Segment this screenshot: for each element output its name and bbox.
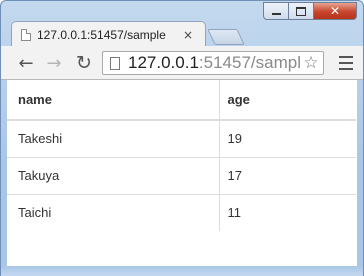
window-bottom-frame bbox=[1, 266, 363, 276]
cell-age: 17 bbox=[218, 156, 356, 194]
reload-icon[interactable]: ↻ bbox=[73, 52, 95, 74]
page-content: name age Takeshi 19 Takuya 17 Taichi 11 bbox=[7, 80, 357, 266]
table-header-row: name age bbox=[7, 80, 356, 121]
minimize-icon bbox=[271, 13, 281, 15]
data-table: name age Takeshi 19 Takuya 17 Taichi 11 bbox=[7, 80, 356, 231]
minimize-button[interactable] bbox=[263, 2, 289, 20]
bookmark-star-icon[interactable]: ☆ bbox=[301, 53, 321, 73]
url-text: 127.0.0.1:51457/sample bbox=[128, 53, 310, 73]
column-header-age: age bbox=[218, 80, 356, 121]
browser-tab[interactable]: 127.0.0.1:51457/sample × bbox=[11, 21, 206, 47]
page-icon bbox=[21, 28, 31, 41]
forward-arrow-icon[interactable]: → bbox=[43, 52, 65, 74]
tab-title: 127.0.0.1:51457/sample bbox=[37, 27, 166, 42]
table-row: Takuya 17 bbox=[7, 156, 356, 194]
tab-close-icon[interactable]: × bbox=[183, 28, 193, 42]
cell-name: Taichi bbox=[7, 193, 219, 231]
cell-age: 11 bbox=[218, 193, 356, 231]
page-icon bbox=[110, 56, 120, 70]
cell-name: Takeshi bbox=[7, 119, 219, 157]
cell-name: Takuya bbox=[7, 156, 219, 194]
table-row: Takeshi 19 bbox=[7, 119, 356, 157]
address-bar[interactable]: 127.0.0.1:51457/sample ☆ bbox=[102, 51, 324, 75]
new-tab-button[interactable] bbox=[207, 29, 245, 45]
browser-window: ✕ 127.0.0.1:51457/sample × ← → ↻ 127.0.0… bbox=[0, 0, 364, 276]
back-arrow-icon[interactable]: ← bbox=[15, 52, 37, 74]
maximize-icon bbox=[296, 6, 306, 16]
cell-age: 19 bbox=[218, 119, 356, 157]
window-controls: ✕ bbox=[263, 2, 357, 20]
url-host: 127.0.0.1 bbox=[128, 53, 199, 72]
close-window-button[interactable]: ✕ bbox=[314, 2, 357, 20]
table-row: Taichi 11 bbox=[7, 193, 356, 231]
url-path: :51457/sample bbox=[198, 53, 311, 72]
column-header-name: name bbox=[7, 80, 219, 121]
menu-icon[interactable] bbox=[339, 56, 353, 70]
browser-toolbar: ← → ↻ 127.0.0.1:51457/sample ☆ bbox=[1, 46, 363, 80]
maximize-button[interactable] bbox=[289, 2, 314, 20]
